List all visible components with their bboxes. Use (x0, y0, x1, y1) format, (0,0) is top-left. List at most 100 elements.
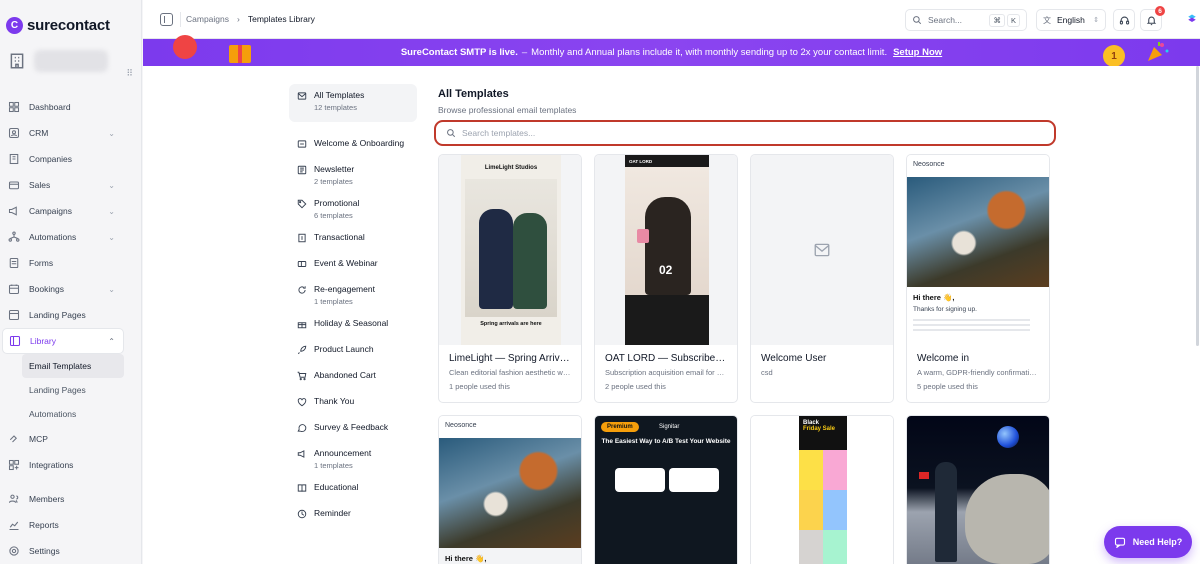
sidebar-item-dashboard[interactable]: Dashboard (0, 94, 141, 120)
sidebar-subitem-email-templates[interactable]: Email Templates (22, 354, 124, 378)
thumb-brand: Signitar (659, 424, 680, 430)
page-title: All Templates (438, 88, 509, 100)
bell-icon (1146, 16, 1156, 25)
newspaper-icon (297, 165, 307, 175)
category-abandoned-cart[interactable]: Abandoned Cart (289, 364, 417, 390)
sidebar-toggle-icon[interactable] (160, 13, 173, 26)
template-thumbnail: LimeLight Studios Spring arrivals are he… (439, 155, 581, 345)
template-title: Welcome in (917, 353, 970, 364)
category-educational[interactable]: Educational (289, 476, 417, 502)
thumb-brand: LimeLight Studios (484, 165, 538, 171)
sidebar-item-label: Forms (29, 258, 54, 268)
form-icon (8, 257, 20, 269)
template-card[interactable] (906, 415, 1050, 564)
need-help-button[interactable]: Need Help? (1104, 526, 1192, 558)
category-reminder[interactable]: Reminder (289, 502, 417, 528)
sidebar-subitem-automations[interactable]: Automations (22, 402, 124, 426)
language-select[interactable]: 文 English ⇕ (1036, 9, 1106, 31)
sidebar-item-label: Settings (29, 546, 60, 556)
megaphone-icon (297, 449, 307, 459)
breadcrumb-current: Templates Library (247, 14, 315, 24)
thumb-artwork (439, 438, 581, 548)
chevron-up-icon: ⌃ (108, 336, 115, 346)
book-icon (297, 483, 307, 493)
template-search-input[interactable]: Search templates... (434, 120, 1056, 146)
template-search-placeholder: Search templates... (462, 128, 536, 138)
workspace-switcher[interactable]: ⠿ (0, 40, 141, 82)
content-header: All Templates Browse professional email … (438, 88, 576, 115)
welcome-icon (297, 139, 307, 149)
category-all-templates[interactable]: All Templates 12 templates (289, 84, 417, 122)
flag-icon (919, 472, 929, 479)
global-search[interactable]: Search... ⌘ K (905, 9, 1027, 31)
sidebar-item-label: Landing Pages (29, 310, 86, 320)
sidebar-item-crm[interactable]: CRM ⌄ (0, 120, 141, 146)
headset-icon (1119, 16, 1129, 24)
need-help-label: Need Help? (1132, 537, 1183, 547)
templates-library: All Templates 12 templates Welcome & Onbo… (143, 66, 1200, 564)
brand-icon[interactable] (1186, 13, 1198, 25)
category-transactional[interactable]: Transactional (289, 226, 417, 252)
thumb-earth (997, 426, 1019, 448)
sidebar-item-campaigns[interactable]: Campaigns ⌄ (0, 198, 141, 224)
ticket-icon (297, 259, 307, 269)
thumb-brand: Neosonce (907, 155, 1049, 177)
thumb-caption: Spring arrivals are here (480, 321, 542, 327)
sidebar-item-sales[interactable]: Sales ⌄ (0, 172, 141, 198)
category-welcome-onboarding[interactable]: Welcome & Onboarding (289, 132, 417, 158)
settings-icon (8, 545, 20, 557)
sidebar-subitem-landing-pages[interactable]: Landing Pages (22, 378, 124, 402)
breadcrumb-campaigns[interactable]: Campaigns (186, 14, 229, 24)
category-name: Survey & Feedback (314, 422, 389, 432)
category-thank-you[interactable]: Thank You (289, 390, 417, 416)
template-card[interactable]: Neosonce Hi there 👋, Thanks for signing … (906, 154, 1050, 403)
category-re-engagement[interactable]: Re-engagement 1 templates (289, 278, 417, 312)
category-survey-feedback[interactable]: Survey & Feedback (289, 416, 417, 442)
building-icon (8, 153, 20, 165)
category-holiday-seasonal[interactable]: Holiday & Seasonal (289, 312, 417, 338)
sidebar-item-label: Sales (29, 180, 51, 190)
template-card[interactable]: LimeLight Studios Spring arrivals are he… (438, 154, 582, 403)
chevron-down-icon: ⌄ (108, 232, 115, 242)
sidebar-item-automations[interactable]: Automations ⌄ (0, 224, 141, 250)
global-search-placeholder: Search... (928, 15, 963, 25)
sidebar-item-library[interactable]: Library ⌃ (2, 328, 124, 354)
chevron-right-icon: › (237, 14, 240, 24)
sidebar-item-integrations[interactable]: Integrations (0, 452, 141, 478)
category-announcement[interactable]: Announcement 1 templates (289, 442, 417, 476)
category-name: Abandoned Cart (314, 370, 376, 380)
category-promotional[interactable]: Promotional 6 templates (289, 192, 417, 226)
contacts-icon (8, 127, 20, 139)
setup-now-link[interactable]: Setup Now (893, 47, 942, 58)
support-button[interactable] (1113, 9, 1135, 31)
template-card[interactable]: Neosonce Hi there 👋, (438, 415, 582, 564)
sidebar-item-landing-pages[interactable]: Landing Pages (0, 302, 141, 328)
sidebar-item-members[interactable]: Members (0, 486, 141, 512)
gift-icon (229, 45, 251, 63)
sidebar-item-companies[interactable]: Companies (0, 146, 141, 172)
sidebar-item-reports[interactable]: Reports (0, 512, 141, 538)
category-newsletter[interactable]: Newsletter 2 templates (289, 158, 417, 192)
template-usage: 5 people used this (917, 382, 978, 391)
sidebar-item-forms[interactable]: Forms (0, 250, 141, 276)
sidebar-item-label: MCP (29, 434, 48, 444)
category-name: Promotional (314, 198, 360, 208)
sidebar-item-mcp[interactable]: MCP (0, 426, 141, 452)
template-card[interactable]: OAT LORD 02 OAT LORD — Subscribe & ... S… (594, 154, 738, 403)
notifications-button[interactable]: 6 (1140, 6, 1165, 31)
category-event-webinar[interactable]: Event & Webinar (289, 252, 417, 278)
app-logo[interactable]: C surecontact (0, 0, 141, 40)
sidebar-item-bookings[interactable]: Bookings ⌄ (0, 276, 141, 302)
category-product-launch[interactable]: Product Launch (289, 338, 417, 364)
scrollbar[interactable] (1196, 66, 1199, 346)
template-card[interactable]: Premium Signitar The Easiest Way to A/B … (594, 415, 738, 564)
sidebar-item-settings[interactable]: Settings (0, 538, 141, 564)
chat-icon (1114, 537, 1125, 548)
thumb-photo (465, 179, 557, 317)
grip-icon[interactable]: ⠿ (126, 68, 133, 79)
category-name: Event & Webinar (314, 258, 378, 268)
template-card[interactable]: Black Friday Sale (750, 415, 894, 564)
template-card[interactable]: Welcome User csd (750, 154, 894, 403)
top-bar: Campaigns › Templates Library Search... … (143, 0, 1200, 39)
category-name: Educational (314, 482, 359, 492)
